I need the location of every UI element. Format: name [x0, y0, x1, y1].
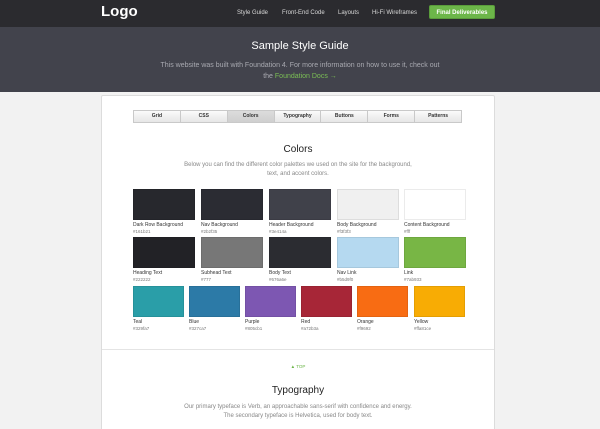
- color-swatch-name: Blue: [189, 319, 200, 325]
- color-swatch-name: Yellow: [414, 319, 429, 325]
- nav-front-end-code[interactable]: Front-End Code: [282, 9, 325, 17]
- color-swatch-hex: #fff: [404, 229, 411, 234]
- color-swatch-name: Dark Row Background: [133, 222, 184, 228]
- color-swatch-box: [133, 189, 195, 220]
- color-swatch-box: [269, 237, 331, 268]
- color-swatch: Nav Link #b5d9f0: [337, 237, 399, 283]
- color-swatch-box: [337, 189, 399, 220]
- color-swatch-hex: #805cb1: [245, 326, 263, 331]
- back-to-top-link[interactable]: ▲ TOP: [102, 364, 494, 370]
- section-tabs: Grid CSS Colors Typography Buttons Forms…: [133, 110, 462, 123]
- color-swatch-name: Subhead Text: [201, 270, 232, 276]
- color-swatch-hex: #a72b3a: [301, 326, 319, 331]
- color-swatch: Heading Text #222222: [133, 237, 195, 283]
- color-swatch-hex: #222222: [133, 277, 151, 282]
- color-swatch-name: Link: [404, 270, 414, 276]
- color-swatch-hex: #ffa81ce: [414, 326, 432, 331]
- tab-css[interactable]: CSS: [181, 111, 228, 122]
- color-swatch: Purple #805cb1: [245, 286, 296, 332]
- section-divider: [102, 349, 494, 350]
- color-swatch-name: Body Background: [337, 222, 377, 228]
- color-swatch-box: [189, 286, 240, 317]
- color-swatch-box: [201, 237, 263, 268]
- nav-hi-fi-wireframes[interactable]: Hi-Fi Wireframes: [372, 9, 417, 17]
- color-swatch-name: Orange: [357, 319, 374, 325]
- hero-banner: Sample Style Guide This website was buil…: [0, 27, 600, 92]
- typography-description: Our primary typeface is Verb, an approac…: [148, 403, 448, 421]
- color-swatch-hex: #777: [201, 277, 212, 282]
- hero-description-line1: This website was built with Foundation 4…: [160, 62, 440, 69]
- color-swatch-box: [357, 286, 408, 317]
- color-swatch-box: [245, 286, 296, 317]
- color-swatch-hex: #676a6e: [269, 277, 287, 282]
- typography-description-line1: Our primary typeface is Verb, an approac…: [184, 404, 412, 410]
- color-swatch: Subhead Text #777: [201, 237, 263, 283]
- color-swatch-box: [414, 286, 465, 317]
- color-swatch: Red #a72b3a: [301, 286, 352, 332]
- colors-heading: Colors: [283, 144, 313, 155]
- colors-description-line1: Below you can find the different color p…: [184, 162, 412, 168]
- color-swatch-hex: #f3f3f3: [337, 229, 351, 234]
- color-swatch-box: [337, 237, 399, 268]
- color-swatch-box: [404, 189, 466, 220]
- color-swatch: Body Background #f3f3f3: [337, 189, 399, 235]
- color-swatch: Teal #329fa7: [133, 286, 184, 332]
- content-panel: Grid CSS Colors Typography Buttons Forms…: [101, 95, 495, 429]
- colors-description: Below you can find the different color p…: [172, 161, 424, 179]
- color-swatch-box: [301, 286, 352, 317]
- color-swatch-hex: #2b2f35: [201, 229, 218, 234]
- color-swatch-name: Content Background: [404, 222, 450, 228]
- color-swatch: Body Text #676a6e: [269, 237, 331, 283]
- tab-buttons[interactable]: Buttons: [321, 111, 369, 122]
- tab-typography[interactable]: Typography: [275, 111, 322, 122]
- top-nav-bar: Logo Style Guide Front-End Code Layouts …: [0, 0, 600, 27]
- tab-patterns[interactable]: Patterns: [415, 111, 461, 122]
- color-swatch-box: [133, 286, 184, 317]
- color-swatch-box: [269, 189, 331, 220]
- tab-grid[interactable]: Grid: [134, 111, 181, 122]
- color-swatch-name: Header Background: [269, 222, 314, 228]
- color-swatch-box: [404, 237, 466, 268]
- color-swatch-hex: #7ab933: [404, 277, 422, 282]
- hero-description: This website was built with Foundation 4…: [140, 60, 460, 82]
- logo[interactable]: Logo: [101, 3, 138, 21]
- typography-description-line2: The secondary typeface is Helvetica, use…: [223, 413, 373, 419]
- page-title: Sample Style Guide: [251, 40, 349, 52]
- color-swatch: Orange #f9692: [357, 286, 408, 332]
- color-swatch: Yellow #ffa81ce: [414, 286, 465, 332]
- color-swatch-hex: #b5d9f0: [337, 277, 354, 282]
- color-swatch-hex: #f9692: [357, 326, 371, 331]
- tab-forms[interactable]: Forms: [368, 111, 416, 122]
- color-swatch-name: Nav Background: [201, 222, 238, 228]
- nav-layouts[interactable]: Layouts: [338, 9, 359, 17]
- color-swatch-name: Nav Link: [337, 270, 357, 276]
- color-swatch: Blue #327ca7: [189, 286, 240, 332]
- color-swatch-name: Teal: [133, 319, 143, 325]
- color-swatch: Link #7ab933: [404, 237, 466, 283]
- color-swatch-hex: #3e414a: [269, 229, 287, 234]
- color-swatch: Content Background #fff: [404, 189, 466, 235]
- color-swatch-hex: #327ca7: [189, 326, 207, 331]
- color-swatch-name: Heading Text: [133, 270, 163, 276]
- final-deliverables-button[interactable]: Final Deliverables: [429, 5, 495, 19]
- color-swatch-name: Body Text: [269, 270, 291, 276]
- color-swatch-box: [201, 189, 263, 220]
- color-swatch-box: [133, 237, 195, 268]
- color-swatch-hex: #161b21: [133, 229, 151, 234]
- color-swatch-name: Red: [301, 319, 311, 325]
- tab-colors[interactable]: Colors: [227, 111, 275, 122]
- foundation-docs-link[interactable]: Foundation Docs →: [275, 73, 337, 80]
- colors-description-line2: text, and accent colors.: [267, 171, 329, 177]
- typography-heading: Typography: [271, 385, 325, 396]
- color-swatch: Nav Background #2b2f35: [201, 189, 263, 235]
- color-swatch-name: Purple: [245, 319, 260, 325]
- hero-description-line2: the: [263, 73, 273, 80]
- color-swatch-hex: #329fa7: [133, 326, 150, 331]
- nav-style-guide[interactable]: Style Guide: [237, 9, 268, 17]
- color-swatch: Dark Row Background #161b21: [133, 189, 195, 235]
- color-swatch: Header Background #3e414a: [269, 189, 331, 235]
